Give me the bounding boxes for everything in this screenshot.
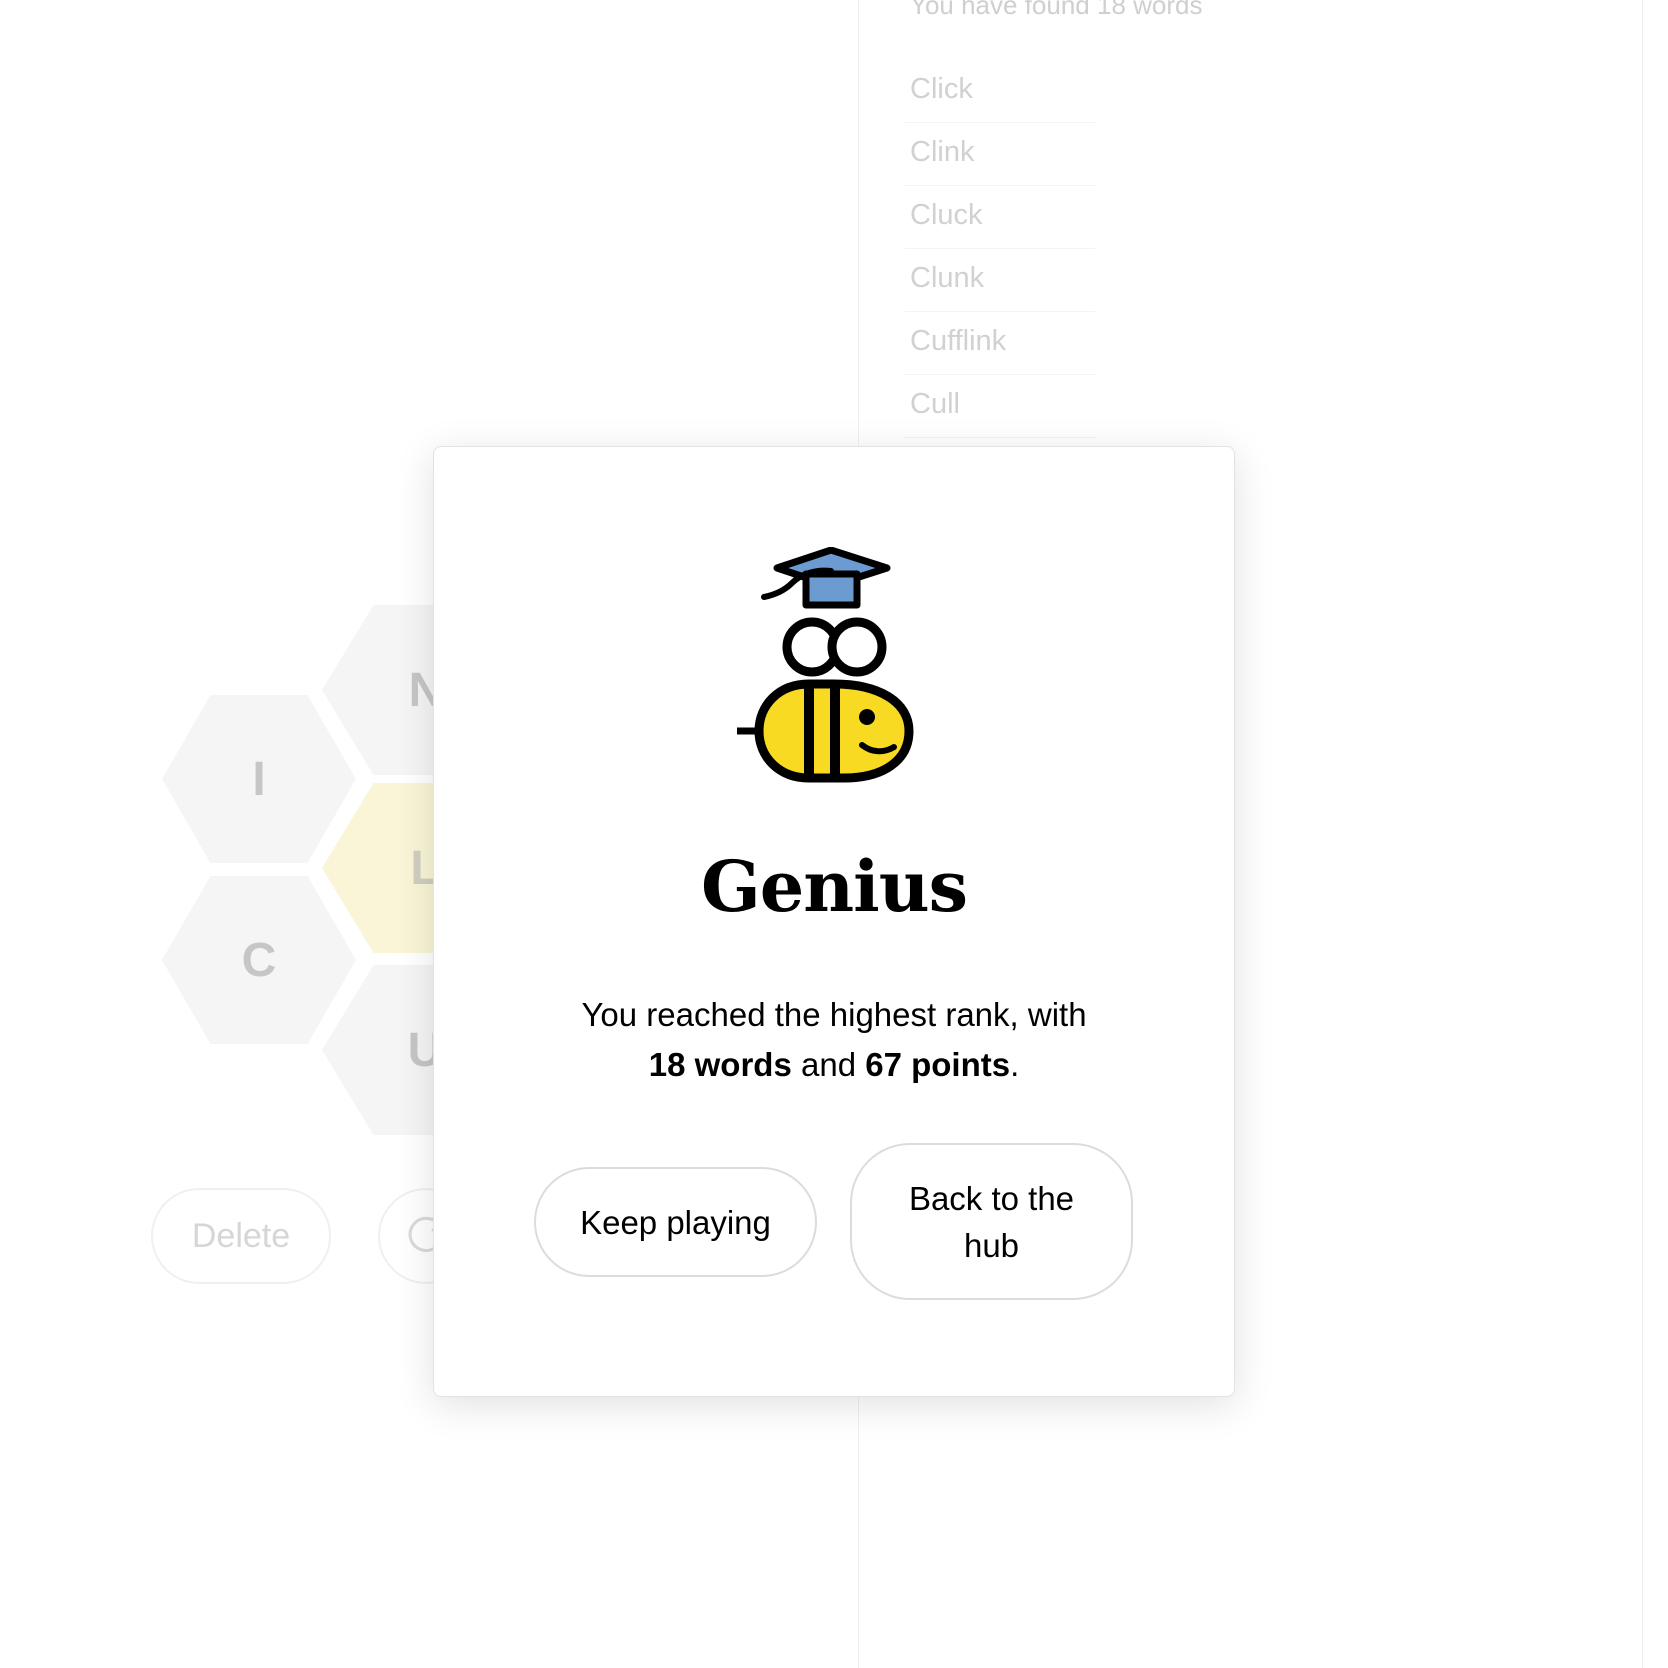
back-to-hub-button[interactable]: Back to the hub (850, 1143, 1133, 1300)
words-count: 18 words (648, 1046, 792, 1083)
game-screen: You have found 18 words Click Clink Cluc… (0, 0, 1668, 1668)
rank-title: Genius (700, 845, 968, 928)
message-prefix: You reached the highest rank, with (581, 996, 1087, 1033)
keep-playing-button[interactable]: Keep playing (534, 1167, 817, 1277)
genius-bee-graduation-cap-icon (734, 546, 934, 807)
rank-message: You reached the highest rank, with 18 wo… (534, 990, 1134, 1090)
points-count: 67 points (865, 1046, 1011, 1083)
rank-modal: Genius You reached the highest rank, wit… (433, 446, 1235, 1397)
message-period: . (1010, 1046, 1020, 1083)
message-and: and (800, 1046, 857, 1083)
